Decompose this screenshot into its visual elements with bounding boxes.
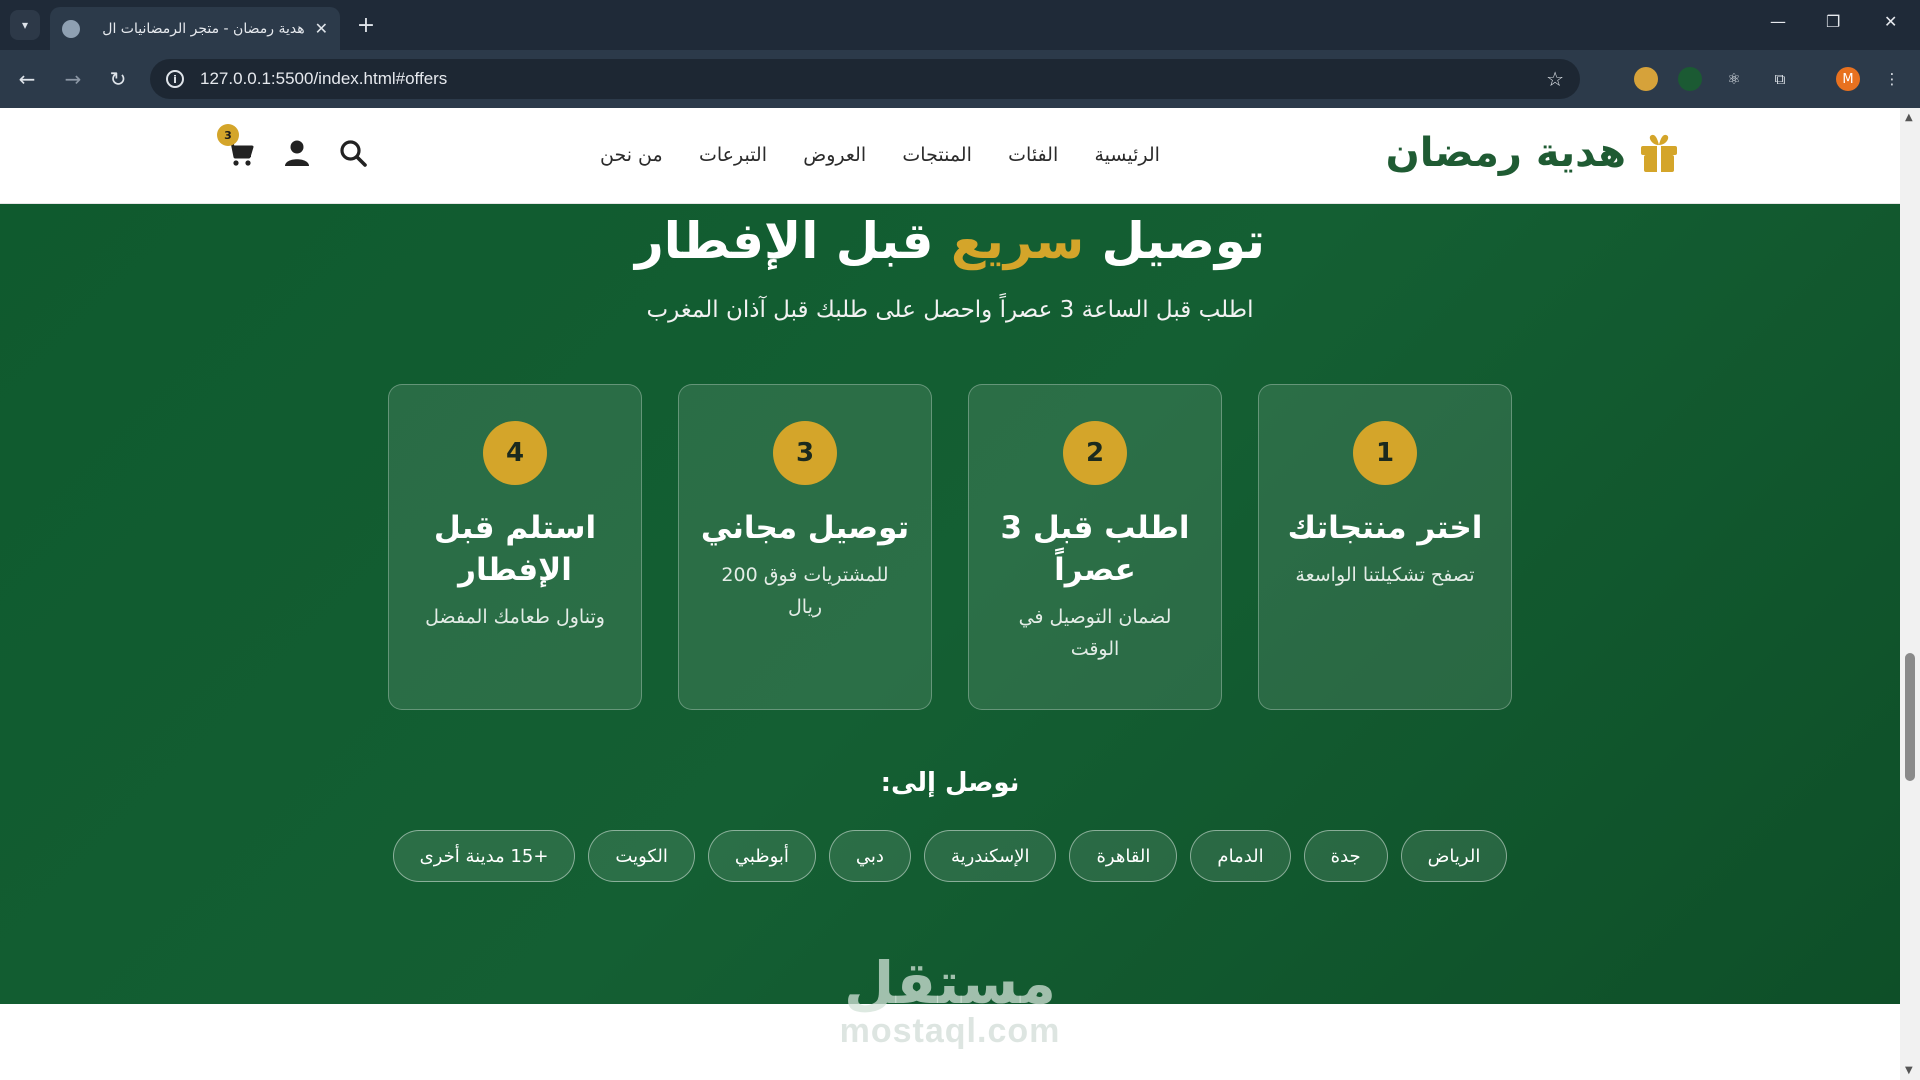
section-subtitle: اطلب قبل الساعة 3 عصراً واحصل على طلبك ق…	[646, 297, 1254, 323]
close-tab-icon[interactable]: ✕	[315, 19, 328, 38]
logo-text: هدية رمضان	[1385, 130, 1626, 176]
reload-icon[interactable]: ↻	[103, 64, 133, 94]
city-pill[interactable]: +15 مدينة أخرى	[392, 830, 576, 882]
step-card: 3 توصيل مجاني للمشتريات فوق 200 ريال	[678, 384, 932, 710]
step-description: وتناول طعامك المفضل	[425, 606, 605, 628]
page-scrollbar[interactable]: ▲ ▼	[1900, 108, 1920, 1080]
city-pill[interactable]: دبي	[828, 830, 911, 882]
step-title: استلم قبل الإفطار	[433, 510, 597, 588]
city-pill[interactable]: أبوظبي	[707, 830, 816, 882]
nav-link-about[interactable]: من نحن	[600, 144, 663, 166]
site-header: هدية رمضان الرئيسية الفئات المنتجات العر…	[0, 108, 1900, 204]
city-pill[interactable]: الدمام	[1190, 830, 1291, 882]
section-title: توصيل سريع قبل الإفطار	[634, 212, 1266, 270]
step-description: للمشتريات فوق 200 ريال	[721, 564, 889, 618]
city-pill[interactable]: جدة	[1303, 830, 1388, 882]
user-icon[interactable]	[283, 139, 311, 167]
nav-link-products[interactable]: المنتجات	[902, 144, 971, 166]
browser-tab[interactable]: هدية رمضان - متجر الرمضانيات ال ✕	[50, 7, 340, 50]
scroll-up-arrow-icon[interactable]: ▲	[1905, 112, 1913, 123]
close-window-button[interactable]: ✕	[1884, 12, 1897, 31]
browser-tab-bar: ▾ هدية رمضان - متجر الرمضانيات ال ✕ + — …	[0, 0, 1920, 50]
forward-arrow-icon[interactable]: →	[58, 64, 88, 94]
site-logo[interactable]: هدية رمضان	[1386, 130, 1680, 176]
step-card: 4 استلم قبل الإفطار وتناول طعامك المفضل	[388, 384, 642, 710]
address-bar[interactable]: i 127.0.0.1:5500/index.html#offers ☆	[150, 59, 1580, 99]
city-pill[interactable]: القاهرة	[1069, 830, 1178, 882]
globe-icon	[62, 19, 80, 38]
cart-count-badge: 3	[217, 124, 239, 146]
browser-toolbar: ← → ↻ i 127.0.0.1:5500/index.html#offers…	[0, 50, 1920, 108]
extension-orange-icon[interactable]	[1634, 67, 1658, 91]
site-info-icon[interactable]: i	[166, 70, 184, 88]
step-description: تصفح تشكيلتنا الواسعة	[1295, 564, 1475, 586]
step-title: اطلب قبل 3 عصراً	[1000, 510, 1190, 588]
profile-avatar[interactable]: M	[1836, 67, 1860, 91]
city-pill[interactable]: الإسكندرية	[923, 830, 1057, 882]
new-tab-button[interactable]: +	[352, 11, 380, 39]
scroll-down-arrow-icon[interactable]: ▼	[1905, 1065, 1913, 1076]
tab-title: هدية رمضان - متجر الرمضانيات ال	[102, 20, 305, 37]
back-arrow-icon[interactable]: ←	[12, 64, 42, 94]
cities-title: نوصل إلى:	[880, 768, 1020, 798]
tab-search-menu-button[interactable]: ▾	[10, 10, 40, 40]
step-card: 1 اختر منتجاتك تصفح تشكيلتنا الواسعة	[1258, 384, 1512, 710]
minimize-button[interactable]: —	[1770, 12, 1786, 31]
step-title: اختر منتجاتك	[1287, 510, 1483, 546]
page-viewport: هدية رمضان الرئيسية الفئات المنتجات العر…	[0, 108, 1900, 1080]
header-actions: 3	[217, 124, 367, 168]
nav-link-categories[interactable]: الفئات	[1008, 144, 1058, 166]
scroll-thumb[interactable]	[1905, 653, 1915, 781]
cart-button[interactable]: 3	[217, 124, 255, 168]
nav-link-donations[interactable]: التبرعات	[699, 144, 767, 166]
watermark-arabic: مستقل	[843, 949, 1057, 1017]
step-number: 2	[1063, 421, 1127, 485]
bookmark-star-icon[interactable]: ☆	[1546, 67, 1564, 91]
step-number: 3	[773, 421, 837, 485]
step-description: لضمان التوصيل في الوقت	[1018, 606, 1172, 660]
restore-button[interactable]: ❐	[1826, 12, 1840, 31]
watermark-latin: mostaql.com	[839, 1012, 1061, 1050]
step-number: 1	[1353, 421, 1417, 485]
nav-link-home[interactable]: الرئيسية	[1095, 144, 1160, 166]
cities-list: الرياض جدة الدمام القاهرة الإسكندرية دبي…	[0, 830, 1900, 882]
delivery-steps: 1 اختر منتجاتك تصفح تشكيلتنا الواسعة 2 ا…	[388, 384, 1512, 710]
react-devtools-icon[interactable]: ⚛	[1722, 67, 1746, 91]
step-title: توصيل مجاني	[700, 510, 910, 546]
gift-icon	[1638, 132, 1680, 174]
extension-green-icon[interactable]	[1678, 67, 1702, 91]
mostaql-watermark: مستقل mostaql.com	[0, 954, 1900, 1051]
step-number: 4	[483, 421, 547, 485]
search-icon[interactable]	[339, 139, 367, 167]
url-text: 127.0.0.1:5500/index.html#offers	[200, 69, 448, 88]
fast-delivery-section: توصيل سريع قبل الإفطار اطلب قبل الساعة 3…	[0, 204, 1900, 1004]
city-pill[interactable]: الكويت	[588, 830, 695, 882]
step-card: 2 اطلب قبل 3 عصراً لضمان التوصيل في الوق…	[968, 384, 1222, 710]
main-nav: الرئيسية الفئات المنتجات العروض التبرعات…	[600, 144, 1160, 166]
nav-link-offers[interactable]: العروض	[803, 144, 866, 166]
extensions-puzzle-icon[interactable]: ⧉	[1768, 67, 1792, 91]
city-pill[interactable]: الرياض	[1400, 830, 1508, 882]
browser-menu-icon[interactable]: ⋮	[1880, 67, 1904, 91]
